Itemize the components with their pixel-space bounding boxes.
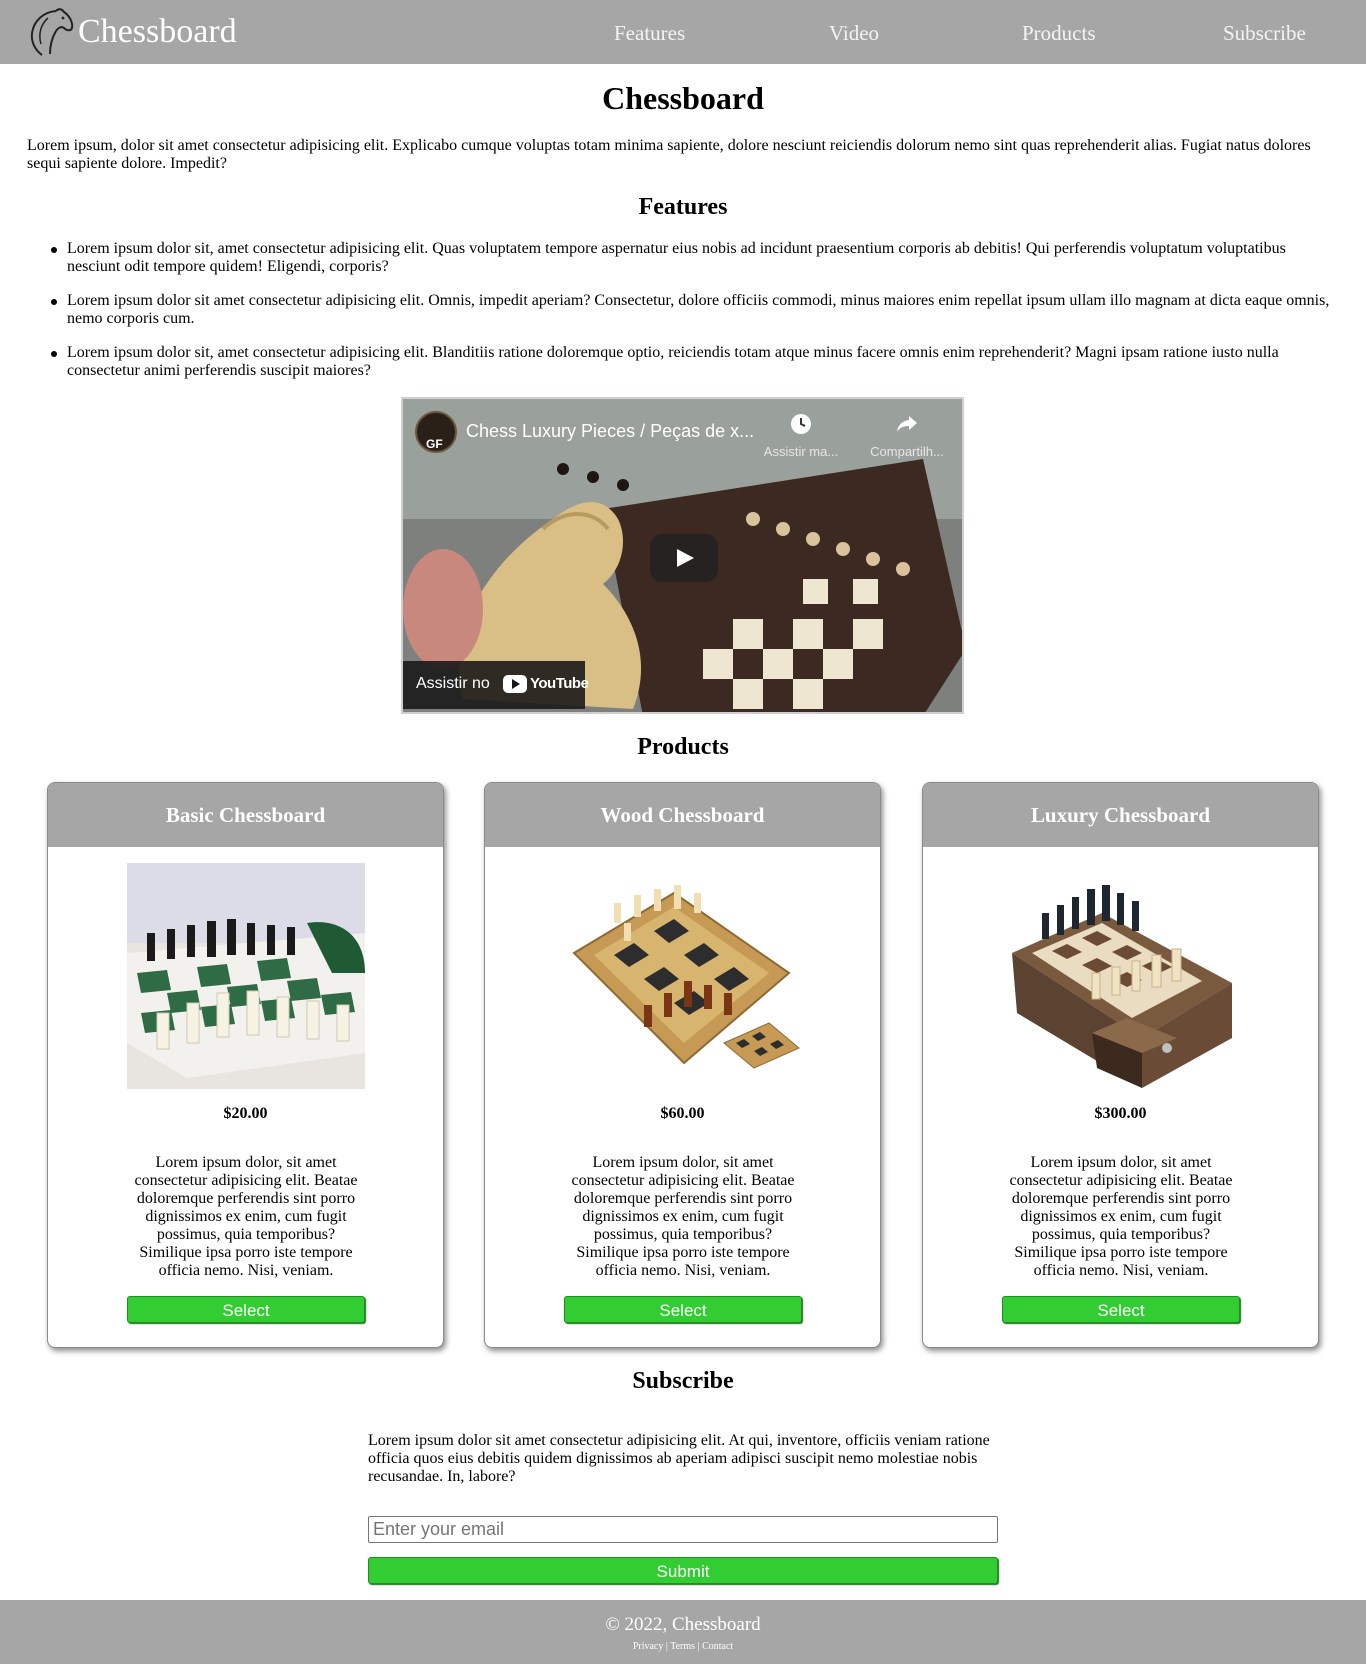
knight-logo-icon[interactable]: [26, 6, 78, 58]
video-embed[interactable]: GF Chess Luxury Pieces / Peças de x... A…: [401, 397, 964, 714]
page-title: Chessboard: [602, 80, 764, 116]
intro-text: Lorem ipsum, dolor sit amet consectetur …: [27, 137, 1311, 172]
subscribe-text: Lorem ipsum dolor sit amet consectetur a…: [368, 1432, 990, 1485]
feature-item: Lorem ipsum dolor sit, amet consectetur …: [51, 344, 1339, 380]
submit-button[interactable]: Submit: [368, 1557, 998, 1584]
product-description: Lorem ipsum dolor, sit amet consectetur …: [134, 1154, 358, 1279]
footer-copyright: © 2022, Chessboard: [605, 1614, 761, 1635]
play-icon[interactable]: [650, 534, 718, 582]
product-card-basic: Basic Chessboard $20.00 Lorem ipsum dolo…: [47, 782, 444, 1348]
nav-video[interactable]: Video: [829, 20, 879, 46]
nav-products[interactable]: Products: [1022, 20, 1096, 46]
youtube-logo-icon: [503, 675, 527, 693]
product-price: $60.00: [660, 1105, 705, 1122]
product-title: Wood Chessboard: [485, 783, 880, 847]
watch-later-label: Assistir ma...: [763, 444, 839, 459]
products-heading: Products: [637, 734, 729, 760]
product-card-luxury: Luxury Chessboard $300.00 Lorem ipsum do…: [922, 782, 1319, 1348]
select-basic-button[interactable]: Select: [127, 1296, 365, 1323]
subscribe-heading: Subscribe: [632, 1368, 734, 1394]
product-card-wood: Wood Chessboard $60.00 Lorem ipsum dolor…: [484, 782, 881, 1348]
feature-item: Lorem ipsum dolor sit, amet consectetur …: [51, 240, 1339, 276]
video-title[interactable]: Chess Luxury Pieces / Peças de x...: [466, 421, 756, 442]
share-label: Compartilh...: [870, 444, 944, 459]
select-luxury-button[interactable]: Select: [1002, 1296, 1240, 1323]
features-list: Lorem ipsum dolor sit, amet consectetur …: [51, 240, 1339, 396]
nav-subscribe[interactable]: Subscribe: [1223, 20, 1306, 46]
feature-item: Lorem ipsum dolor sit amet consectetur a…: [51, 292, 1339, 328]
channel-avatar[interactable]: GF: [415, 411, 457, 453]
footer-link-terms[interactable]: Terms: [670, 1641, 695, 1652]
watch-on-label: Assistir no: [416, 675, 490, 692]
site-header: Chessboard Features Video Products Subsc…: [0, 0, 1366, 64]
footer-links: Privacy | Terms | Contact: [0, 1641, 1366, 1652]
product-price: $300.00: [1094, 1105, 1147, 1122]
features-heading: Features: [638, 194, 728, 220]
product-description: Lorem ipsum dolor, sit amet consectetur …: [1009, 1154, 1233, 1279]
email-field[interactable]: [368, 1516, 998, 1543]
product-image-basic: [127, 863, 365, 1089]
footer-separator: |: [695, 1641, 703, 1652]
watch-on-youtube-button[interactable]: Assistir no YouTube: [403, 661, 589, 709]
product-title: Basic Chessboard: [48, 783, 443, 847]
youtube-label: YouTube: [530, 675, 589, 692]
site-logo-text[interactable]: Chessboard: [78, 12, 237, 52]
product-title: Luxury Chessboard: [923, 783, 1318, 847]
product-image-wood: [564, 863, 802, 1089]
nav-features[interactable]: Features: [614, 20, 685, 46]
clock-icon: [791, 414, 811, 434]
watch-later-button[interactable]: Assistir ma...: [753, 413, 849, 459]
footer-link-contact[interactable]: Contact: [702, 1641, 733, 1652]
share-icon: [897, 416, 917, 432]
share-button[interactable]: Compartilh...: [859, 413, 955, 459]
site-footer: © 2022, Chessboard Privacy | Terms | Con…: [0, 1600, 1366, 1664]
footer-link-privacy[interactable]: Privacy: [633, 1641, 664, 1652]
product-description: Lorem ipsum dolor, sit amet consectetur …: [571, 1154, 795, 1279]
product-image-luxury: [1002, 863, 1240, 1089]
select-wood-button[interactable]: Select: [564, 1296, 802, 1323]
product-price: $20.00: [223, 1105, 268, 1122]
